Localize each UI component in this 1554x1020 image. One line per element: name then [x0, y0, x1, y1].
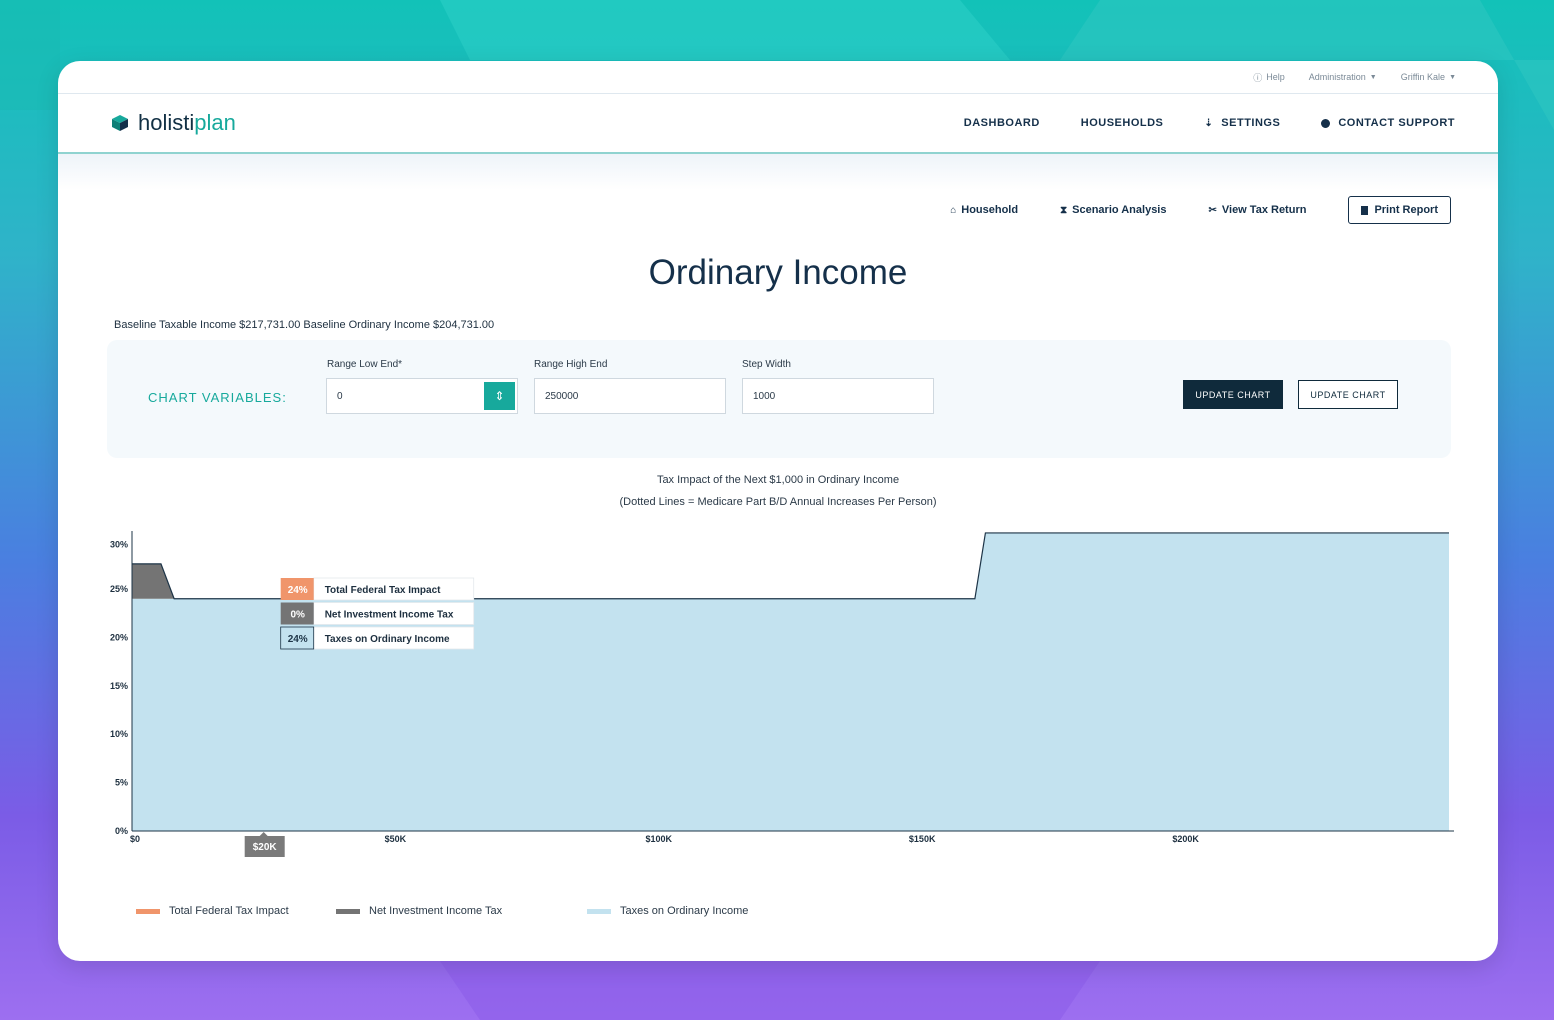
legend-swatch [336, 908, 360, 914]
y-tick-label: 5% [115, 778, 128, 788]
nav-contact-support[interactable]: CONTACT SUPPORT [1321, 117, 1455, 129]
document-icon [1361, 205, 1369, 215]
user-name: Griffin Kale [1400, 72, 1446, 82]
nav-links: DASHBOARD HOUSEHOLDS ⇣ SETTINGS CONTACT … [964, 117, 1455, 129]
x-tick-label: $200K [1172, 834, 1199, 844]
legend-label: Total Federal Tax Impact [169, 905, 289, 917]
nav-households[interactable]: HOUSEHOLDS [1081, 117, 1164, 129]
nav-households-label: HOUSEHOLDS [1080, 117, 1164, 129]
update-chart-button-primary[interactable]: UPDATE CHART [1183, 380, 1283, 409]
nav-settings[interactable]: ⇣ SETTINGS [1204, 117, 1280, 129]
baseline-summary: Baseline Taxable Income $217,731.00 Base… [114, 319, 495, 331]
legend-item-ordinary-income[interactable]: Taxes on Ordinary Income [587, 905, 748, 917]
chart-variables-panel: CHART VARIABLES: Range Low End* 0 ⇕ Rang… [107, 340, 1451, 458]
logo-text-primary: holisti [138, 110, 195, 135]
nav-dashboard[interactable]: DASHBOARD [964, 117, 1040, 129]
hourglass-icon: ⧗ [1060, 204, 1068, 216]
x-tick-label: $100K [646, 834, 673, 844]
y-tick-label: 0% [115, 826, 128, 836]
legend-item-total-federal[interactable]: Total Federal Tax Impact [136, 905, 336, 917]
legend-item-net-investment[interactable]: Net Investment Income Tax [336, 905, 587, 917]
x-tick-label: $0 [130, 834, 140, 844]
legend-label: Net Investment Income Tax [369, 905, 503, 917]
chevron-down-icon: ▼ [1449, 73, 1456, 81]
y-tick-label: 20% [110, 632, 128, 642]
settings-icon: ⇣ [1204, 117, 1214, 129]
y-tick-label: 30% [110, 540, 128, 550]
range-low-picker-button[interactable]: ⇕ [484, 382, 515, 410]
chart-subtitle: (Dotted Lines = Medicare Part B/D Annual… [619, 496, 937, 508]
home-icon: ⌂ [950, 204, 957, 216]
logo[interactable]: holistiplan [108, 110, 236, 136]
range-high-value: 250000 [545, 390, 579, 402]
app-window: ⓘ Help Administration ▼ Griffin Kale ▼ h… [58, 61, 1498, 961]
nav-divider [58, 154, 1498, 190]
legend-label: Taxes on Ordinary Income [620, 905, 749, 917]
tooltip-row-label: Total Federal Tax Impact [325, 585, 441, 596]
print-report-button[interactable]: Print Report [1348, 196, 1451, 224]
tooltip-value: 0% [290, 610, 305, 621]
range-low-value: 0 [337, 390, 343, 402]
x-tick-label: $50K [385, 834, 407, 844]
logo-text-accent: plan [194, 110, 236, 135]
chart-legend: Total Federal Tax Impact Net Investment … [136, 905, 748, 917]
chart-title: Tax Impact of the Next $1,000 in Ordinar… [656, 474, 900, 486]
tooltip-x-pointer [259, 832, 268, 836]
user-menu[interactable]: Griffin Kale ▼ [1401, 72, 1456, 82]
view-tax-return-link[interactable]: ✂ View Tax Return [1208, 204, 1306, 216]
nav-settings-label: SETTINGS [1221, 117, 1281, 129]
report-subnav: ⌂ Household ⧗ Scenario Analysis ✂ View T… [950, 196, 1451, 224]
y-tick-label: 15% [110, 681, 128, 691]
scenario-analysis-link[interactable]: ⧗ Scenario Analysis [1060, 204, 1166, 216]
step-width-input[interactable]: 1000 [742, 378, 934, 414]
step-width-value: 1000 [753, 390, 776, 402]
y-tick-label: 25% [110, 584, 128, 594]
scenario-label: Scenario Analysis [1072, 204, 1167, 216]
legend-swatch [136, 908, 160, 914]
info-circle-icon [1321, 118, 1331, 128]
print-label: Print Report [1374, 204, 1438, 216]
tools-icon: ✂ [1208, 204, 1217, 216]
nav-dashboard-label: DASHBOARD [963, 117, 1040, 129]
administration-label: Administration [1308, 72, 1366, 82]
main-navbar: holistiplan DASHBOARD HOUSEHOLDS ⇣ SETTI… [58, 94, 1498, 154]
administration-menu[interactable]: Administration ▼ [1309, 72, 1377, 82]
tooltip-row-label: Net Investment Income Tax [325, 610, 454, 621]
nav-support-label: CONTACT SUPPORT [1338, 117, 1455, 129]
update-chart-button-secondary[interactable]: UPDATE CHART [1298, 380, 1398, 409]
step-width-label: Step Width [742, 359, 791, 370]
sort-icon: ⇕ [494, 389, 505, 403]
range-high-input[interactable]: 250000 [534, 378, 726, 414]
help-label: Help [1266, 72, 1285, 82]
tooltip-value: 24% [288, 585, 308, 596]
y-tick-label: 10% [110, 729, 128, 739]
tooltip-row-label: Taxes on Ordinary Income [325, 634, 450, 645]
tax-return-label: View Tax Return [1221, 204, 1307, 216]
household-link[interactable]: ⌂ Household [950, 204, 1018, 216]
help-link[interactable]: ⓘ Help [1253, 71, 1285, 84]
page-title: Ordinary Income [648, 253, 908, 292]
range-high-label: Range High End [534, 359, 608, 370]
tooltip-value: 24% [288, 634, 308, 645]
range-low-input[interactable]: 0 ⇕ [326, 378, 518, 414]
chevron-down-icon: ▼ [1369, 73, 1377, 81]
x-tick-label: $150K [909, 834, 936, 844]
range-low-label: Range Low End* [327, 359, 403, 370]
chart-variables-label: CHART VARIABLES: [148, 390, 287, 405]
help-icon: ⓘ [1253, 72, 1263, 83]
household-label: Household [961, 204, 1019, 216]
tax-impact-chart[interactable]: 0% 5% 10% 15% 20% 25% 30% $0 $50K $100K $150K $200K… [88, 521, 1468, 871]
legend-swatch [587, 908, 611, 914]
utility-bar: ⓘ Help Administration ▼ Griffin Kale ▼ [58, 61, 1498, 94]
tooltip-x-label: $20K [253, 842, 278, 853]
logo-icon [112, 115, 128, 131]
